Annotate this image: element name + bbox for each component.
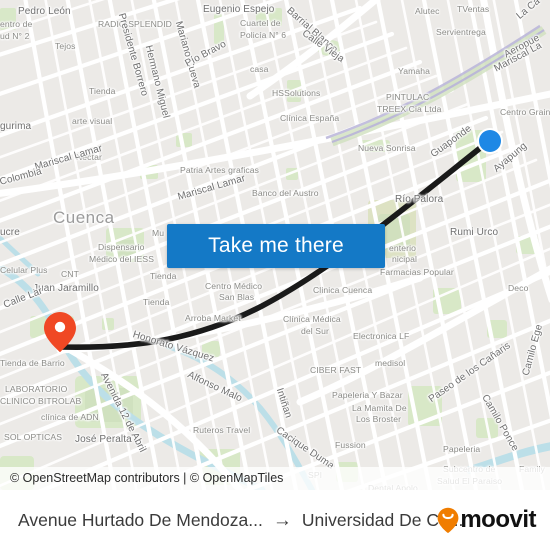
moovit-wordmark: moovit <box>460 506 536 533</box>
trip-origin-label: Avenue Hurtado De Mendoza... <box>18 509 263 530</box>
map-attribution[interactable]: © OpenStreetMap contributors | © OpenMap… <box>0 467 550 490</box>
arrow-right-icon: → <box>272 509 292 531</box>
moovit-pin-smile-icon <box>437 507 459 533</box>
trip-bottom-bar: Avenue Hurtado De Mendoza... → Universid… <box>0 490 550 550</box>
map-circle-marker[interactable] <box>473 124 507 158</box>
moovit-logo[interactable]: moovit <box>437 506 550 534</box>
take-me-there-button[interactable]: Take me there <box>167 224 385 268</box>
map-canvas[interactable]: Pedro León RADIO SPLENDID Eugenio Espejo Al… <box>0 0 550 490</box>
moovit-trip-screen: Pedro León RADIO SPLENDID Eugenio Espejo Al… <box>0 0 550 550</box>
map-pin-marker[interactable] <box>43 311 77 353</box>
trip-summary[interactable]: Avenue Hurtado De Mendoza... → Universid… <box>0 509 463 531</box>
